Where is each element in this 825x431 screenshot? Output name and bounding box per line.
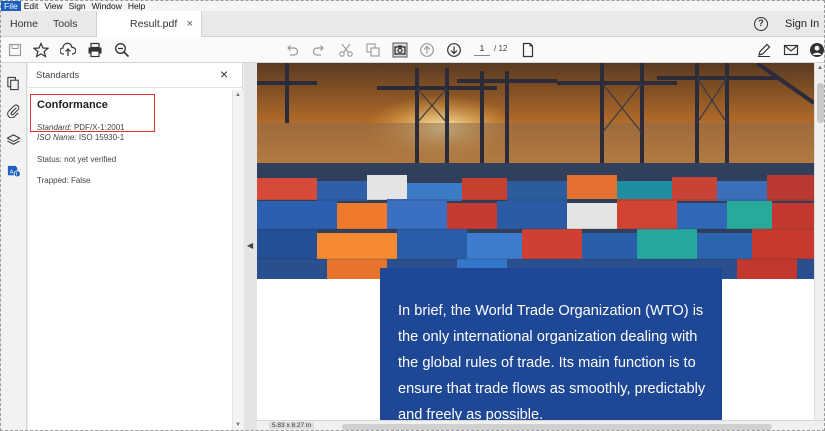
horizontal-scroll-thumb[interactable] bbox=[342, 424, 772, 430]
conformance-heading: Conformance bbox=[37, 99, 108, 111]
panel-collapse-handle[interactable]: ◀ bbox=[244, 63, 257, 430]
bookmark-star-icon[interactable] bbox=[33, 42, 49, 58]
layers-icon[interactable] bbox=[6, 133, 21, 148]
collapse-arrow-icon[interactable]: ◀ bbox=[247, 241, 253, 250]
menu-sign[interactable]: Sign bbox=[66, 1, 89, 11]
save-icon[interactable] bbox=[7, 42, 23, 58]
menu-window[interactable]: Window bbox=[89, 1, 125, 11]
tab-bar: Home Tools Result.pdf × ? Sign In bbox=[1, 11, 824, 38]
standard-label: Standard: bbox=[37, 123, 72, 132]
zoom-out-icon[interactable] bbox=[114, 42, 130, 58]
document-scrollbar[interactable]: ▲ bbox=[814, 63, 824, 420]
tab-tools[interactable]: Tools bbox=[53, 11, 78, 37]
print-icon[interactable] bbox=[87, 42, 103, 58]
wto-body-text: In brief, the World Trade Organization (… bbox=[398, 303, 706, 420]
svg-text:A: A bbox=[10, 169, 14, 175]
iso-row: ISO Name: ISO 15930-1 bbox=[37, 133, 124, 142]
svg-text:i: i bbox=[16, 172, 17, 177]
page-size-label: 5.83 x 8.27 in bbox=[269, 422, 315, 429]
previous-page-icon[interactable] bbox=[419, 42, 435, 58]
container-port-photo bbox=[257, 63, 814, 279]
doc-scroll-thumb[interactable] bbox=[817, 83, 824, 123]
tab-close-icon[interactable]: × bbox=[187, 11, 193, 37]
standard-value: PDF/X-1:2001 bbox=[73, 123, 125, 132]
page-number-input[interactable]: 1 bbox=[474, 43, 490, 56]
trapped-text: Trapped: False bbox=[37, 176, 91, 185]
scroll-down-arrow-icon[interactable]: ▼ bbox=[235, 422, 241, 428]
copy-icon[interactable] bbox=[365, 42, 381, 58]
status-text: Status: not yet verified bbox=[37, 155, 117, 164]
cut-scissors-icon[interactable] bbox=[338, 42, 354, 58]
redo-icon[interactable] bbox=[311, 42, 327, 58]
upload-cloud-icon[interactable] bbox=[60, 42, 76, 58]
panel-header: Standards × bbox=[28, 63, 243, 88]
tab-document-label: Result.pdf bbox=[130, 18, 178, 30]
page-thumbnails-icon[interactable] bbox=[6, 76, 21, 91]
account-avatar-icon[interactable] bbox=[809, 42, 824, 58]
panel-title: Standards bbox=[36, 70, 80, 81]
navigation-rail: Ai bbox=[1, 63, 27, 430]
standards-icon[interactable]: Ai bbox=[6, 163, 21, 178]
tab-home[interactable]: Home bbox=[10, 11, 38, 37]
panel-close-icon[interactable]: × bbox=[220, 66, 228, 82]
menu-file[interactable]: File bbox=[1, 1, 21, 11]
page-view-icon[interactable] bbox=[520, 42, 536, 58]
acrobat-window: File Edit View Sign Window Help Home Too… bbox=[0, 0, 825, 431]
standard-row: Standard: PDF/X-1:2001 bbox=[37, 123, 125, 132]
toolbar: 1 / 12 bbox=[1, 37, 824, 63]
scroll-up-arrow-icon[interactable]: ▲ bbox=[235, 92, 241, 98]
next-page-icon[interactable] bbox=[446, 42, 462, 58]
sign-pen-icon[interactable] bbox=[756, 42, 772, 58]
panel-scrollbar[interactable]: ▲ ▼ bbox=[232, 90, 243, 430]
menu-view[interactable]: View bbox=[41, 1, 65, 11]
sign-in-button[interactable]: Sign In bbox=[785, 11, 819, 37]
status-bar: 5.83 x 8.27 in bbox=[257, 420, 824, 430]
tab-document[interactable]: Result.pdf × bbox=[96, 11, 202, 38]
menu-bar: File Edit View Sign Window Help bbox=[1, 1, 824, 11]
document-page: In brief, the World Trade Organization (… bbox=[257, 63, 814, 420]
wto-text-box: In brief, the World Trade Organization (… bbox=[380, 268, 722, 420]
standards-panel: Standards × Conformance Standard: PDF/X-… bbox=[28, 63, 243, 430]
undo-icon[interactable] bbox=[284, 42, 300, 58]
attachments-paperclip-icon[interactable] bbox=[6, 103, 21, 118]
iso-value: ISO 15930-1 bbox=[78, 133, 125, 142]
email-envelope-icon[interactable] bbox=[783, 42, 799, 58]
snapshot-camera-icon[interactable] bbox=[392, 42, 408, 58]
help-icon[interactable]: ? bbox=[754, 17, 768, 31]
menu-help[interactable]: Help bbox=[125, 1, 148, 11]
menu-edit[interactable]: Edit bbox=[21, 1, 42, 11]
doc-scroll-up-arrow-icon[interactable]: ▲ bbox=[817, 65, 823, 71]
page-total: / 12 bbox=[494, 44, 508, 53]
iso-label: ISO Name: bbox=[37, 133, 77, 142]
